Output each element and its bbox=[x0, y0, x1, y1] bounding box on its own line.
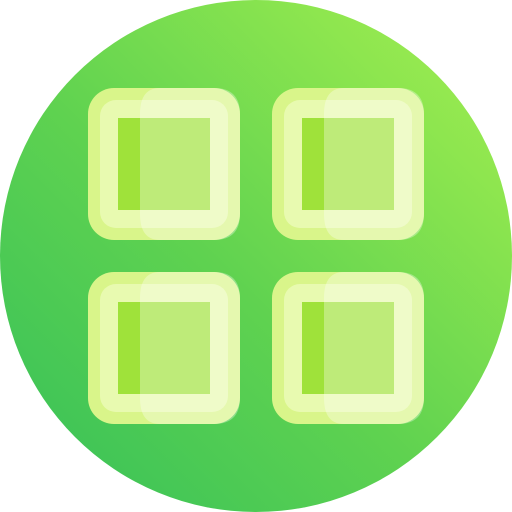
grid-app-icon bbox=[0, 0, 512, 512]
grid-tile-top-right bbox=[272, 88, 424, 240]
grid-tile-bottom-right bbox=[272, 272, 424, 424]
grid-tile-top-left bbox=[88, 88, 240, 240]
grid-tile-bottom-left bbox=[88, 272, 240, 424]
icon-background-circle bbox=[0, 0, 512, 512]
